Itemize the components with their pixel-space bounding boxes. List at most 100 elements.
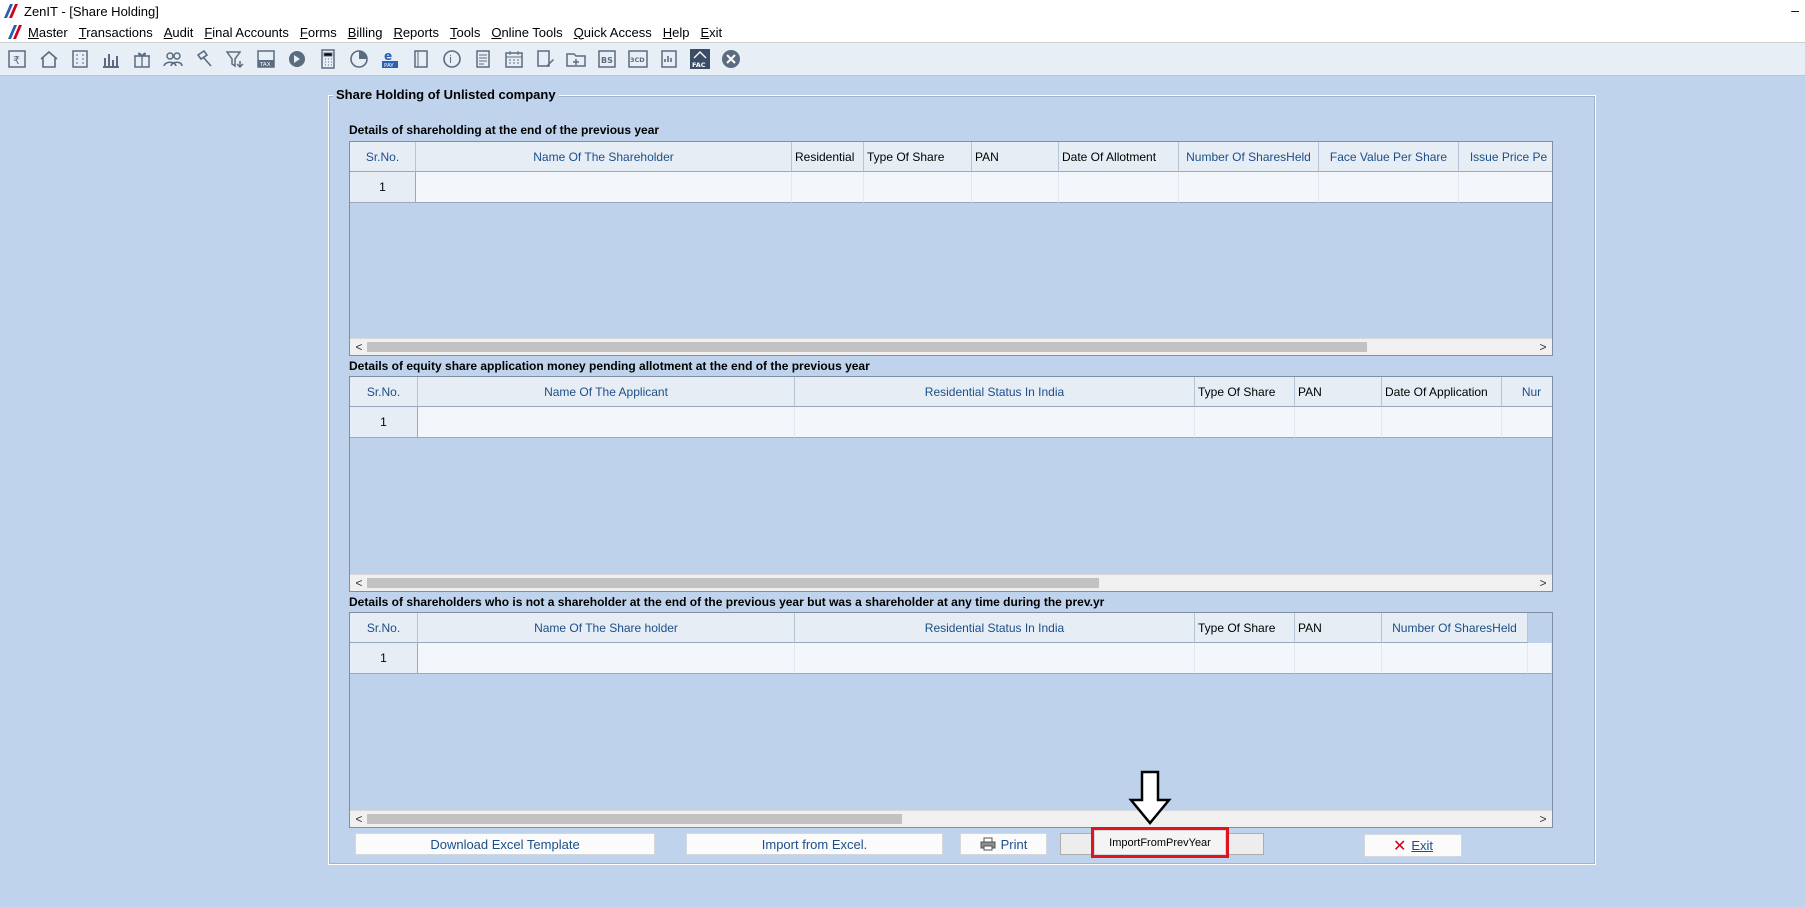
edit-doc-icon[interactable]: [532, 46, 558, 72]
building-icon[interactable]: [67, 46, 93, 72]
cell-face-value[interactable]: [1319, 172, 1459, 203]
horizontal-scrollbar[interactable]: < >: [350, 338, 1552, 355]
menu-reports[interactable]: Reports: [393, 25, 439, 40]
menu-final-accounts[interactable]: Final Accounts: [204, 25, 289, 40]
col-name[interactable]: Name Of The Share holder: [418, 613, 795, 643]
col-residential-status[interactable]: Residential Status In India: [795, 377, 1195, 407]
former-shareholders-grid[interactable]: Sr.No. Name Of The Share holder Resident…: [349, 612, 1553, 828]
folder-add-icon[interactable]: [563, 46, 589, 72]
3cd-icon[interactable]: 3CD: [625, 46, 651, 72]
users-icon[interactable]: [160, 46, 186, 72]
col-srno[interactable]: Sr.No.: [350, 613, 418, 643]
scroll-left-button[interactable]: <: [352, 340, 366, 354]
application-money-grid[interactable]: Sr.No. Name Of The Applicant Residential…: [349, 376, 1553, 592]
menu-forms[interactable]: Forms: [300, 25, 337, 40]
cell-pan[interactable]: [1295, 407, 1382, 438]
menu-tools[interactable]: Tools: [450, 25, 480, 40]
help-icon[interactable]: i: [439, 46, 465, 72]
table-row[interactable]: 1: [350, 172, 1552, 203]
menu-exit[interactable]: Exit: [700, 25, 722, 40]
col-pan[interactable]: PAN: [972, 142, 1059, 172]
col-type-of-share[interactable]: Type Of Share: [1195, 377, 1295, 407]
document-icon[interactable]: [470, 46, 496, 72]
cell-extra[interactable]: [1528, 643, 1552, 674]
cell-issue-price[interactable]: [1459, 172, 1552, 203]
report-icon[interactable]: [656, 46, 682, 72]
menu-help[interactable]: Help: [663, 25, 690, 40]
col-name[interactable]: Name Of The Applicant: [418, 377, 795, 407]
scroll-right-button[interactable]: >: [1536, 340, 1550, 354]
col-type-of-share[interactable]: Type Of Share: [864, 142, 972, 172]
cell-type-of-share[interactable]: [1195, 643, 1295, 674]
calendar-icon[interactable]: [501, 46, 527, 72]
import-from-excel-button[interactable]: Import from Excel.: [686, 833, 943, 855]
col-srno[interactable]: Sr.No.: [350, 377, 418, 407]
col-type-of-share[interactable]: Type Of Share: [1195, 613, 1295, 643]
scroll-left-button[interactable]: <: [352, 812, 366, 826]
close-circle-icon[interactable]: [718, 46, 744, 72]
home-icon[interactable]: [36, 46, 62, 72]
menu-quick-access[interactable]: Quick Access: [574, 25, 652, 40]
fac-icon[interactable]: FAC: [687, 46, 713, 72]
cell-shares-held[interactable]: [1179, 172, 1319, 203]
menu-online-tools[interactable]: Online Tools: [491, 25, 562, 40]
calculator-icon[interactable]: [315, 46, 341, 72]
cell-type-of-share[interactable]: [1195, 407, 1295, 438]
horizontal-scrollbar[interactable]: < >: [350, 574, 1552, 591]
cell-name[interactable]: [418, 643, 795, 674]
col-pan[interactable]: PAN: [1295, 377, 1382, 407]
cell-residential-status[interactable]: [795, 643, 1195, 674]
cell-pan[interactable]: [972, 172, 1059, 203]
gavel-icon[interactable]: [191, 46, 217, 72]
horizontal-scrollbar[interactable]: < >: [350, 810, 1552, 827]
scroll-left-button[interactable]: <: [352, 576, 366, 590]
col-date-of-application[interactable]: Date Of Application: [1382, 377, 1502, 407]
table-row[interactable]: 1: [350, 407, 1552, 438]
col-srno[interactable]: Sr.No.: [350, 142, 416, 172]
cell-residential-status[interactable]: [795, 407, 1195, 438]
scrollbar-thumb[interactable]: [367, 578, 1099, 588]
exit-button[interactable]: ✕ Exit: [1364, 834, 1462, 857]
bs-icon[interactable]: BS: [594, 46, 620, 72]
shareholding-grid[interactable]: Sr.No. Name Of The Shareholder Residenti…: [349, 141, 1553, 356]
scrollbar-thumb[interactable]: [367, 814, 902, 824]
menu-master[interactable]: Master: [28, 25, 68, 40]
scroll-right-button[interactable]: >: [1536, 812, 1550, 826]
cell-residential[interactable]: [792, 172, 864, 203]
col-face-value[interactable]: Face Value Per Share: [1319, 142, 1459, 172]
col-shares-held[interactable]: Number Of SharesHeld: [1382, 613, 1528, 643]
book-icon[interactable]: [408, 46, 434, 72]
col-residential[interactable]: Residential: [792, 142, 864, 172]
download-excel-template-button[interactable]: Download Excel Template: [355, 833, 655, 855]
cell-number[interactable]: [1502, 407, 1552, 438]
import-from-prev-year-button[interactable]: ImportFromPrevYear: [1091, 827, 1229, 858]
minimize-button[interactable]: –: [1791, 2, 1799, 18]
bar-chart-icon[interactable]: [98, 46, 124, 72]
filter-icon[interactable]: [222, 46, 248, 72]
tax-icon[interactable]: TAX: [253, 46, 279, 72]
cell-name[interactable]: [418, 407, 795, 438]
cell-type-of-share[interactable]: [864, 172, 972, 203]
menu-audit[interactable]: Audit: [164, 25, 194, 40]
print-button[interactable]: Print: [960, 833, 1047, 855]
menu-transactions[interactable]: Transactions: [79, 25, 153, 40]
col-shares-held[interactable]: Number Of SharesHeld: [1179, 142, 1319, 172]
menu-billing[interactable]: Billing: [348, 25, 383, 40]
cell-date-of-application[interactable]: [1382, 407, 1502, 438]
col-pan[interactable]: PAN: [1295, 613, 1382, 643]
cell-pan[interactable]: [1295, 643, 1382, 674]
col-issue-price[interactable]: Issue Price Pe: [1459, 142, 1552, 172]
cell-shares-held[interactable]: [1382, 643, 1528, 674]
scrollbar-thumb[interactable]: [367, 342, 1367, 352]
col-name[interactable]: Name Of The Shareholder: [416, 142, 792, 172]
gift-icon[interactable]: [129, 46, 155, 72]
table-row[interactable]: 1: [350, 643, 1552, 674]
cell-date-of-allotment[interactable]: [1059, 172, 1179, 203]
rupee-icon[interactable]: ₹: [5, 46, 31, 72]
col-number[interactable]: Nur: [1502, 377, 1552, 407]
epay-icon[interactable]: e PAY: [377, 46, 403, 72]
pie-chart-icon[interactable]: [346, 46, 372, 72]
scroll-right-button[interactable]: >: [1536, 576, 1550, 590]
col-date-of-allotment[interactable]: Date Of Allotment: [1059, 142, 1179, 172]
arrow-circle-icon[interactable]: [284, 46, 310, 72]
